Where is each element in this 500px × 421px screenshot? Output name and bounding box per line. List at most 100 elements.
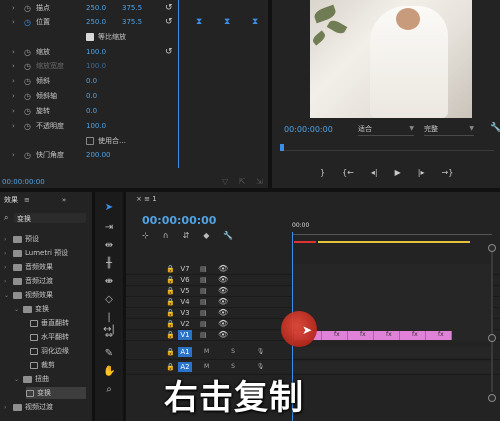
ripple-edit-tool-icon[interactable]: ⇹ (103, 240, 115, 252)
lock-icon[interactable]: 🔒 (166, 331, 175, 339)
snap-icon[interactable]: ∩ (163, 231, 169, 240)
timeline-timecode[interactable]: 00:00:00:00 (142, 214, 216, 227)
stopwatch-icon[interactable]: ◷ (24, 48, 31, 57)
slip-tool-icon[interactable]: |↔| (103, 312, 115, 335)
pen-tool-icon[interactable]: ✎ (103, 348, 115, 360)
linked-selection-icon[interactable]: ⇵ (183, 231, 190, 240)
lock-icon[interactable]: 🔒 (166, 276, 175, 284)
chevron-down-icon[interactable]: ⌄ (14, 376, 20, 383)
scroll-knob[interactable] (488, 394, 496, 402)
twirl-icon[interactable]: › (12, 77, 15, 85)
effects-search-input[interactable]: 变换 (14, 213, 86, 223)
time-ruler[interactable] (292, 234, 492, 235)
track-label[interactable]: V7 (178, 264, 192, 274)
eye-icon[interactable]: 👁 (218, 275, 228, 284)
step-back-icon[interactable]: ◂| (371, 168, 378, 177)
panel-menu-icon[interactable]: ≡ (24, 196, 30, 204)
fx-value[interactable]: 100.0 (86, 122, 106, 130)
track-label[interactable]: A1 (178, 347, 192, 357)
stopwatch-icon[interactable]: ◷ (24, 62, 31, 71)
tree-item-lumetri-presets[interactable]: › Lumetri 预设 (4, 247, 68, 259)
hand-tool-icon[interactable]: ✋ (103, 366, 115, 378)
reset-icon[interactable]: ↺ (165, 47, 173, 57)
tree-item-crop[interactable]: 裁剪 (30, 359, 55, 371)
sync-lock-icon[interactable]: ▤ (200, 320, 207, 328)
track-lane[interactable] (292, 362, 492, 373)
tree-item-transform[interactable]: ⌄ 变换 (14, 303, 49, 315)
stopwatch-icon[interactable]: ◷ (24, 77, 31, 86)
chevron-right-icon[interactable]: › (4, 264, 10, 271)
lock-icon[interactable]: 🔒 (166, 287, 175, 295)
stopwatch-icon[interactable]: ◷ (24, 122, 31, 131)
clip[interactable]: fx (374, 331, 400, 340)
work-area-bar[interactable] (318, 241, 470, 243)
track-lane[interactable] (292, 264, 492, 275)
stopwatch-icon[interactable]: ◷ (24, 18, 31, 27)
chevron-right-icon[interactable]: › (4, 404, 10, 411)
fx-value[interactable]: 250.0 (86, 4, 106, 12)
track-label[interactable]: V5 (178, 286, 192, 296)
chevron-right-icon[interactable]: › (4, 278, 10, 285)
twirl-icon[interactable]: › (12, 107, 15, 115)
nest-icon[interactable]: ⊹ (142, 231, 149, 240)
fx-value[interactable]: 375.5 (122, 18, 142, 26)
track-select-tool-icon[interactable]: ⇥ (103, 222, 115, 234)
clip[interactable]: fx (400, 331, 426, 340)
lock-icon[interactable]: 🔒 (166, 320, 175, 328)
lock-icon[interactable]: 🔒 (166, 265, 175, 273)
sync-lock-icon[interactable]: ▤ (200, 265, 207, 273)
twirl-icon[interactable]: › (12, 92, 15, 100)
chevron-right-icon[interactable]: › (4, 236, 10, 243)
twirl-icon[interactable]: › (12, 151, 15, 159)
expand-panels-icon[interactable]: » (62, 196, 66, 204)
razor-tool-icon[interactable]: ◇ (103, 294, 115, 306)
chevron-down-icon[interactable]: ⌄ (14, 306, 20, 313)
twirl-icon[interactable]: › (12, 4, 15, 12)
wrench-icon[interactable]: 🔧 (490, 123, 500, 133)
program-time-ruler[interactable] (280, 150, 494, 151)
tab-effects[interactable]: 效果 (4, 195, 18, 205)
composition-shutter-checkbox[interactable] (86, 137, 94, 145)
eye-icon[interactable]: 👁 (218, 308, 228, 317)
track-label[interactable]: V1 (178, 330, 192, 340)
track-label[interactable]: V6 (178, 275, 192, 285)
twirl-icon[interactable]: › (12, 18, 15, 26)
twirl-icon[interactable]: › (12, 48, 15, 56)
uniform-scale-checkbox[interactable] (86, 33, 94, 41)
program-playhead[interactable] (280, 144, 284, 151)
clip[interactable]: fx (348, 331, 374, 340)
reset-icon[interactable]: ↺ (165, 17, 173, 27)
chevron-right-icon[interactable]: › (4, 250, 10, 257)
track-lane[interactable] (292, 286, 492, 297)
track-lane[interactable] (292, 319, 492, 330)
mark-out-icon[interactable]: } (320, 168, 325, 177)
sync-lock-icon[interactable]: ▤ (200, 331, 207, 339)
rolling-edit-tool-icon[interactable]: ╫ (103, 258, 115, 270)
quality-dropdown[interactable]: 完整 ▼ (424, 124, 474, 136)
track-lane[interactable] (292, 297, 492, 308)
rate-stretch-tool-icon[interactable]: ⇼ (103, 276, 115, 288)
track-lane[interactable] (292, 308, 492, 319)
zoom-dropdown[interactable]: 适合 ▼ (358, 124, 414, 136)
stopwatch-icon[interactable]: ◷ (24, 107, 31, 116)
go-to-in-icon[interactable]: {← (342, 168, 354, 177)
play-icon[interactable]: ▶ (395, 168, 401, 177)
eye-icon[interactable]: 👁 (218, 297, 228, 306)
eye-icon[interactable]: 👁 (218, 319, 228, 328)
clip[interactable]: fx (322, 331, 348, 340)
fx-filter-icons[interactable]: ▽ ⇱ ⇲ (222, 177, 267, 186)
tree-item-video-effects[interactable]: ⌄ 视频效果 (4, 289, 53, 301)
tree-item-audio-transitions[interactable]: › 音频过渡 (4, 275, 53, 287)
fx-timecode[interactable]: 00:00:00:00 (2, 178, 45, 186)
fx-value[interactable]: 375.5 (122, 4, 142, 12)
fx-value[interactable]: 200.00 (86, 151, 111, 159)
track-lane[interactable] (292, 275, 492, 286)
clip[interactable]: fx (426, 331, 452, 340)
fx-value[interactable]: 100.0 (86, 62, 106, 70)
fx-value[interactable]: 0.0 (86, 77, 97, 85)
fx-value[interactable]: 0.0 (86, 107, 97, 115)
sync-lock-icon[interactable]: ▤ (200, 276, 207, 284)
track-lane[interactable] (292, 347, 492, 358)
stopwatch-icon[interactable]: ◷ (24, 151, 31, 160)
tree-item-video-transitions[interactable]: › 视频过渡 (4, 401, 53, 413)
